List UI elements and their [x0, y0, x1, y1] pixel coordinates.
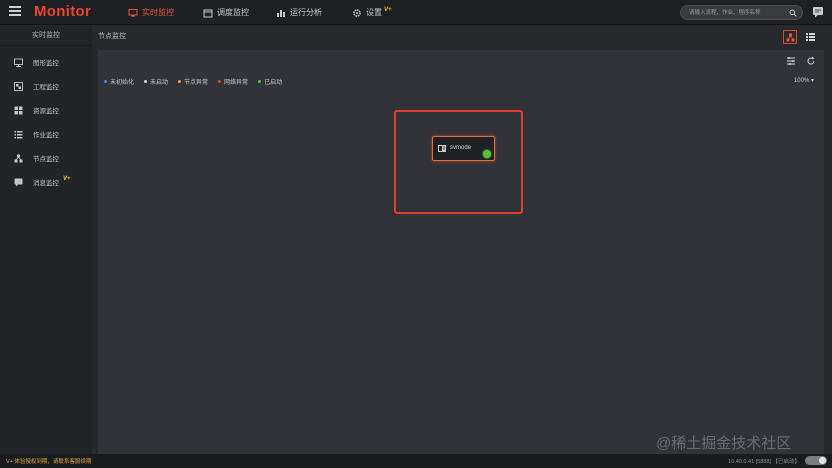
search-input[interactable] — [689, 8, 787, 18]
message-icon — [14, 178, 23, 186]
nodes-icon — [14, 154, 23, 162]
chevron-down-icon: ▾ — [810, 78, 814, 84]
nav-schedule-monitor[interactable]: 调度监控 — [203, 0, 276, 25]
layout-settings-icon[interactable] — [786, 56, 796, 66]
status-legend: 未初始化 未启动 节点异常 网络异常 已启动 — [104, 77, 282, 86]
nav-run-analysis-label: 运行分析 — [290, 8, 322, 17]
topology-view-button[interactable] — [783, 30, 797, 44]
sidebar-item-label: 节点监控 — [33, 156, 59, 163]
sidebar-item-job-monitor[interactable]: 作业监控 — [0, 122, 92, 146]
list-view-button[interactable] — [803, 30, 817, 44]
main-nav: 实时监控 调度监控 运行分析 设置 V+ — [128, 0, 412, 25]
legend-item-started: 已启动 — [258, 77, 282, 86]
hamburger-menu-icon[interactable] — [9, 6, 21, 18]
sidebar-item-label: 工程监控 — [33, 84, 59, 91]
nav-run-analysis[interactable]: 运行分析 — [276, 0, 352, 25]
legend-item-network-error: 网络异常 — [218, 77, 248, 86]
chat-icon[interactable] — [812, 6, 824, 18]
sidebar-item-label: 消息监控 — [33, 180, 59, 187]
sidebar-item-label: 作业监控 — [33, 132, 59, 139]
node-monitor-panel: 未初始化 未启动 节点异常 网络异常 已启动 100% ▾ svmode — [98, 50, 824, 454]
sidebar-item-resource-monitor[interactable]: 资源监控 — [0, 98, 92, 122]
top-bar: Monitor 实时监控 调度监控 运行分析 设置 V+ — [0, 0, 832, 25]
list-view-icon — [805, 33, 815, 41]
status-toggle[interactable] — [805, 456, 827, 465]
chart-icon — [277, 9, 285, 17]
sidebar-item-graph-monitor[interactable]: 图形监控 — [0, 50, 92, 74]
legend-dot — [178, 80, 182, 83]
zoom-level: 100% — [793, 78, 810, 84]
nav-settings[interactable]: 设置 V+ — [352, 0, 412, 25]
legend-label: 网络异常 — [224, 80, 249, 86]
server-icon — [438, 145, 446, 152]
calendar-icon — [203, 9, 213, 17]
search-icon[interactable] — [789, 9, 797, 17]
nav-realtime-monitor-label: 实时监控 — [142, 8, 174, 17]
node-card[interactable]: svmode — [432, 136, 495, 161]
legend-dot — [258, 80, 262, 83]
sidebar-item-message-monitor[interactable]: 消息监控 V+ — [0, 170, 92, 194]
breadcrumb: 节点监控 — [98, 33, 126, 40]
search-box[interactable] — [680, 5, 803, 20]
node-status-indicator — [483, 150, 491, 158]
screen-icon — [14, 58, 23, 67]
nav-schedule-monitor-label: 调度监控 — [217, 8, 249, 17]
refresh-icon[interactable] — [806, 56, 816, 66]
legend-item-not-started: 未启动 — [144, 77, 168, 86]
legend-label: 未初始化 — [110, 80, 135, 86]
sidebar-item-label: 图形监控 — [33, 60, 59, 67]
sidebar-item-project-monitor[interactable]: 工程监控 — [0, 74, 92, 98]
zoom-select[interactable]: 100% ▾ — [794, 77, 814, 84]
server-status: 10.40.0.41:[5888] 【已启动】 — [728, 459, 800, 465]
watermark: @稀土掘金技术社区 — [656, 435, 792, 452]
legend-label: 节点异常 — [184, 80, 209, 86]
project-icon — [14, 81, 23, 91]
breadcrumb-bar: 节点监控 — [93, 26, 832, 48]
resource-icon — [14, 106, 23, 114]
topology-icon — [786, 33, 794, 41]
nav-settings-label: 设置 — [366, 8, 382, 17]
legend-label: 已启动 — [264, 80, 283, 86]
nav-realtime-monitor[interactable]: 实时监控 — [128, 0, 203, 25]
sidebar-item-label: 资源监控 — [33, 108, 59, 115]
vip-badge: V+ — [384, 6, 392, 13]
legend-label: 未启动 — [150, 80, 169, 86]
sidebar-title: 实时监控 — [0, 26, 92, 46]
vip-badge: V+ — [63, 176, 71, 182]
license-notice: V+ 体验授权到期，请联系客服续期 — [6, 459, 92, 465]
gear-icon — [353, 8, 361, 17]
legend-item-node-error: 节点异常 — [178, 77, 208, 86]
legend-dot — [104, 80, 107, 83]
list-icon — [14, 130, 23, 138]
legend-item-uninitialized: 未初始化 — [104, 77, 134, 86]
legend-dot — [218, 80, 222, 83]
monitor-icon — [128, 8, 138, 17]
panel-toolbar — [786, 56, 816, 66]
highlight-box — [394, 110, 523, 214]
sidebar-item-node-monitor[interactable]: 节点监控 — [0, 146, 92, 170]
node-name: svmode — [450, 145, 472, 151]
legend-dot — [144, 80, 148, 83]
sidebar: 实时监控 图形监控 工程监控 资源监控 作业监控 节点监控 消息监控 V+ — [0, 26, 92, 454]
app-logo: Monitor — [34, 3, 92, 20]
status-bar: V+ 体验授权到期，请联系客服续期 10.40.0.41:[5888] 【已启动… — [0, 454, 832, 468]
